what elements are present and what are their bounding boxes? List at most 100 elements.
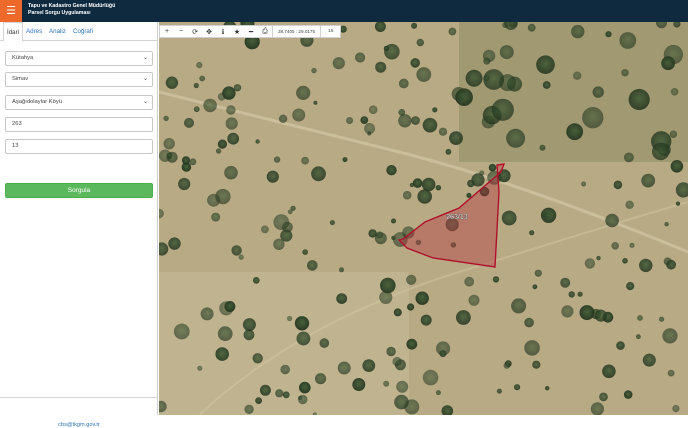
footer-divider — [0, 397, 158, 398]
tree-canopy — [178, 177, 191, 191]
tree-canopy — [637, 315, 643, 321]
measure-icon[interactable]: ━ — [244, 26, 258, 37]
tree-canopy — [613, 180, 623, 190]
tree-canopy — [273, 156, 281, 163]
tree-canopy — [299, 381, 311, 394]
tree-canopy — [217, 139, 227, 149]
tree-canopy — [311, 67, 317, 74]
tree-canopy — [193, 106, 200, 113]
tree-canopy — [571, 24, 585, 39]
tree-canopy — [398, 114, 412, 128]
tree-canopy — [594, 309, 607, 322]
tree-canopy — [669, 130, 678, 138]
tree-canopy — [406, 274, 417, 285]
tree-canopy — [402, 190, 412, 200]
tree-canopy — [542, 81, 551, 89]
tab-idari[interactable]: İdari — [3, 22, 24, 42]
tree-canopy — [231, 245, 242, 256]
tab-analiz[interactable]: Analiz — [46, 22, 69, 41]
tree-canopy — [511, 298, 527, 314]
tree-canopy — [483, 75, 490, 81]
tree-canopy — [506, 128, 526, 148]
tree-canopy — [661, 56, 675, 71]
tree-canopy — [315, 373, 327, 385]
tree-canopy — [391, 218, 396, 224]
tree-canopy — [255, 139, 260, 144]
tree-canopy — [421, 177, 436, 192]
tree-canopy — [626, 282, 635, 291]
tree-canopy — [449, 131, 463, 145]
tree-canopy — [590, 402, 604, 415]
info-icon[interactable]: ℹ — [216, 26, 230, 37]
tree-canopy — [659, 316, 665, 322]
tree-canopy — [226, 105, 236, 115]
tree-canopy — [368, 105, 378, 114]
tree-canopy — [360, 116, 369, 124]
tree-canopy — [641, 173, 656, 188]
tree-canopy — [216, 148, 222, 154]
tree-canopy — [193, 82, 199, 89]
tree-canopy — [380, 277, 396, 294]
tree-canopy — [619, 32, 637, 49]
map-view[interactable]: 263/13 + − ⟳ ✥ ℹ ★ ━ ⎙ 38.7405 : 29.0175… — [159, 22, 688, 415]
tree-canopy — [582, 107, 604, 129]
tree-canopy — [536, 55, 555, 74]
block-value: 263 — [12, 121, 22, 127]
tree-canopy — [396, 380, 409, 393]
footer-email[interactable]: cbs@tkgm.gov.tr — [0, 422, 158, 428]
tree-canopy — [667, 369, 675, 377]
tree-canopy — [577, 291, 583, 297]
tree-canopy — [435, 390, 441, 396]
tree-canopy — [301, 156, 309, 165]
tree-canopy — [468, 294, 480, 306]
tree-canopy — [625, 200, 634, 209]
parcel-input[interactable]: 13 — [5, 139, 153, 154]
tree-canopy — [411, 22, 418, 29]
tree-canopy — [438, 127, 448, 136]
refresh-icon[interactable]: ⟳ — [188, 26, 202, 37]
tree-canopy — [605, 31, 612, 38]
tree-canopy — [207, 193, 221, 207]
tree-canopy — [611, 242, 619, 250]
tree-canopy — [448, 27, 457, 36]
tree-canopy — [166, 152, 173, 159]
tree-canopy — [579, 305, 595, 321]
tree-canopy — [628, 88, 650, 111]
tree-canopy — [393, 308, 402, 317]
tree-canopy — [222, 86, 236, 100]
tab-adres[interactable]: Adres — [23, 22, 45, 41]
pan-icon[interactable]: ✥ — [202, 26, 216, 37]
neighborhood-select[interactable]: Aşağıdolaylar Köyü ⌄ — [5, 95, 153, 110]
tree-canopy — [415, 291, 429, 305]
app-title-line1: Tapu ve Kadastro Genel Müdürlüğü — [28, 3, 116, 9]
tab-bar: İdari Adres Analiz Coğrafi — [0, 22, 158, 42]
tree-canopy — [181, 156, 191, 165]
district-select[interactable]: Simav ⌄ — [5, 72, 153, 87]
tree-canopy — [261, 225, 269, 234]
tree-canopy — [165, 76, 179, 89]
zoom-out-icon[interactable]: − — [174, 26, 188, 37]
tree-canopy — [275, 389, 284, 398]
tree-canopy — [456, 310, 471, 325]
tree-canopy — [282, 391, 290, 399]
tree-canopy — [307, 260, 318, 271]
print-icon[interactable]: ⎙ — [258, 26, 272, 37]
tree-canopy — [311, 166, 326, 182]
tree-canopy — [189, 158, 197, 166]
zoom-in-icon[interactable]: + — [160, 26, 174, 37]
tree-canopy — [529, 230, 535, 236]
star-icon[interactable]: ★ — [230, 26, 244, 37]
tree-canopy — [379, 290, 393, 304]
province-select[interactable]: Kütahya ⌄ — [5, 51, 153, 66]
tree-canopy — [672, 405, 680, 413]
tree-canopy — [163, 115, 169, 122]
tab-cografi[interactable]: Coğrafi — [70, 22, 96, 41]
block-input[interactable]: 263 — [5, 117, 153, 132]
tree-canopy — [337, 361, 351, 375]
query-button[interactable]: Sorgula — [5, 183, 153, 198]
menu-button[interactable]: ☰ — [0, 0, 22, 22]
neighborhood-value: Aşağıdolaylar Köyü — [12, 99, 62, 105]
tree-canopy — [532, 360, 541, 369]
tree-canopy — [296, 85, 311, 100]
tree-canopy — [629, 242, 635, 248]
